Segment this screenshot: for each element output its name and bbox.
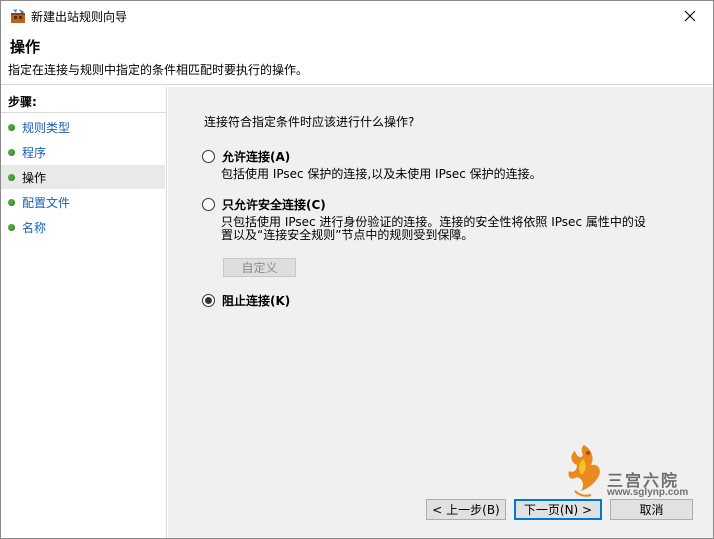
steps-divider xyxy=(1,112,166,113)
radio-circle[interactable] xyxy=(202,294,215,307)
step-bullet-icon xyxy=(8,198,15,206)
close-button[interactable] xyxy=(667,1,713,31)
step-item-rule-type[interactable]: 规则类型 xyxy=(1,115,165,139)
step-bullet-icon xyxy=(8,148,15,156)
close-icon xyxy=(684,10,696,22)
step-label: 规则类型 xyxy=(22,120,71,135)
step-item-profile[interactable]: 配置文件 xyxy=(1,190,165,214)
steps-label: 步骤: xyxy=(8,95,37,109)
step-bullet-icon xyxy=(8,223,15,231)
wizard-window: 新建出站规则向导 操作 指定在连接与规则中指定的条件相匹配时要执行的操作。 步骤… xyxy=(0,0,714,539)
back-button[interactable]: < 上一步(B) xyxy=(426,499,506,520)
radio-circle[interactable] xyxy=(202,150,215,163)
radio-circle[interactable] xyxy=(202,198,215,211)
radio-label: 允许连接(A) xyxy=(222,150,291,164)
allow-secure-connection-radio[interactable]: 只允许安全连接(C) xyxy=(202,196,326,213)
block-connection-radio[interactable]: 阻止连接(K) xyxy=(202,292,290,309)
title-bar: 新建出站规则向导 xyxy=(1,1,713,31)
step-label: 程序 xyxy=(22,145,47,160)
step-label: 操作 xyxy=(22,170,47,185)
step-bullet-icon xyxy=(8,123,15,131)
step-item-program[interactable]: 程序 xyxy=(1,140,165,164)
next-button[interactable]: 下一页(N) > xyxy=(514,499,602,520)
step-label: 名称 xyxy=(22,220,47,235)
secure-connection-description-line2: 置以及“连接安全规则”节点中的规则受到保障。 xyxy=(221,228,474,242)
page-description: 指定在连接与规则中指定的条件相匹配时要执行的操作。 xyxy=(8,63,309,77)
allow-connection-radio[interactable]: 允许连接(A) xyxy=(202,148,290,165)
step-item-name[interactable]: 名称 xyxy=(1,215,165,239)
firewall-wizard-icon xyxy=(11,9,25,23)
radio-label: 阻止连接(K) xyxy=(222,294,291,308)
action-question: 连接符合指定条件时应该进行什么操作? xyxy=(204,115,415,129)
cancel-button[interactable]: 取消 xyxy=(610,499,693,520)
steps-pane: 步骤: 规则类型 程序 操作 配置文件 名称 xyxy=(1,87,167,538)
radio-label: 只允许安全连接(C) xyxy=(222,198,326,212)
step-bullet-icon xyxy=(8,173,15,181)
wizard-header: 操作 指定在连接与规则中指定的条件相匹配时要执行的操作。 xyxy=(1,31,713,85)
watermark-url: www.sglynp.com xyxy=(607,487,689,498)
step-label: 配置文件 xyxy=(22,195,71,210)
step-item-action[interactable]: 操作 xyxy=(1,165,165,189)
window-title: 新建出站规则向导 xyxy=(31,10,128,24)
content-pane: 连接符合指定条件时应该进行什么操作? 允许连接(A) 包括使用 IPsec 保护… xyxy=(168,87,713,538)
phoenix-logo xyxy=(568,445,600,497)
watermark: 三宫六院 www.sglynp.com xyxy=(561,439,711,501)
customize-button[interactable]: 自定义 xyxy=(223,258,296,277)
allow-connection-description: 包括使用 IPsec 保护的连接,以及未使用 IPsec 保护的连接。 xyxy=(221,167,542,181)
page-title: 操作 xyxy=(10,38,41,56)
